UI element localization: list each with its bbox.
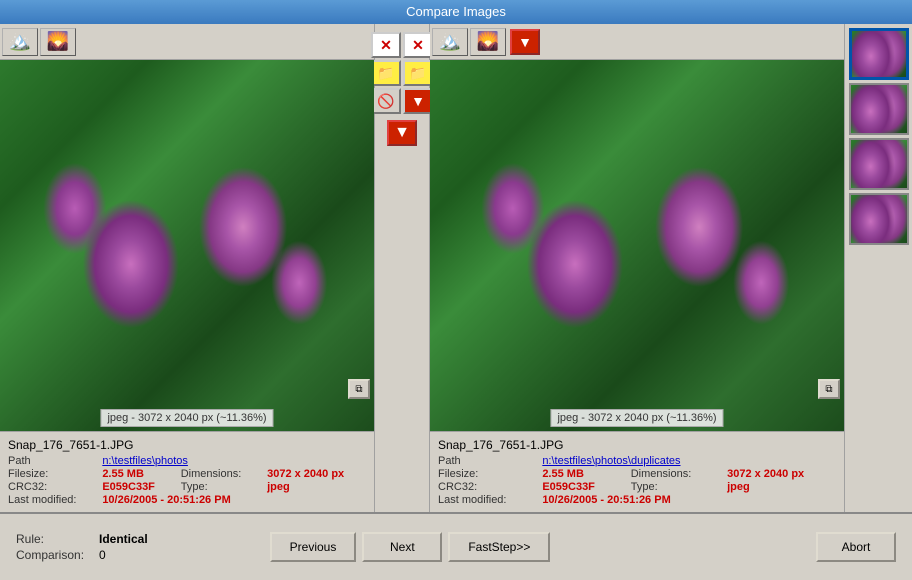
- right-dimensions-value: 3072 x 2040 px: [727, 468, 836, 480]
- down-icon-top: ▼: [518, 34, 532, 50]
- bottom-bar: Rule: Identical Comparison: 0 Previous N…: [0, 512, 912, 580]
- rule-section: Rule: Identical Comparison: 0: [16, 532, 258, 562]
- right-image-area: ⧉ jpeg - 3072 x 2040 px (~11.36%): [430, 60, 844, 431]
- right-file-grid: Path n:\testfiles\photos\duplicates File…: [438, 455, 836, 506]
- right-dimensions-label: Dimensions:: [631, 468, 723, 480]
- left-filesize-label: Filesize:: [8, 468, 98, 480]
- right-type-value: jpeg: [727, 481, 836, 493]
- right-path-value[interactable]: n:\testfiles\photos\duplicates: [542, 455, 836, 467]
- left-image-icon-2[interactable]: 🌄: [40, 28, 76, 56]
- left-top-toolbar: 🏔️ 🌄: [0, 24, 374, 60]
- title-bar: Compare Images: [0, 0, 912, 24]
- right-restore-btn[interactable]: ⧉: [818, 379, 840, 399]
- left-panel: 🏔️ 🌄 ⧉ jpeg - 3072 x 2040 px (~11.36%) S…: [0, 24, 375, 512]
- right-crc-value: E059C33F: [542, 481, 626, 493]
- left-modified-label: Last modified:: [8, 494, 98, 506]
- thumb-1[interactable]: [849, 28, 909, 80]
- left-restore-btn[interactable]: ⧉: [348, 379, 370, 399]
- right-crc-label: CRC32:: [438, 481, 538, 493]
- down-red-btn[interactable]: ▼: [387, 120, 417, 146]
- x-icon-left: ✕: [380, 37, 392, 54]
- right-filename: Snap_176_7651-1.JPG: [438, 438, 836, 452]
- left-image-icon-1[interactable]: 🏔️: [2, 28, 38, 56]
- right-img-info: jpeg - 3072 x 2040 px (~11.36%): [550, 409, 723, 427]
- right-down-btn[interactable]: ▼: [403, 88, 433, 114]
- left-image-area: ⧉ jpeg - 3072 x 2040 px (~11.36%): [0, 60, 374, 431]
- rule-label: Rule:: [16, 532, 91, 546]
- down-arrow-icon: ▼: [394, 124, 410, 142]
- down-icon-right: ▼: [411, 93, 425, 109]
- next-button[interactable]: Next: [362, 532, 442, 562]
- right-top-toolbar: 🏔️ 🌄 ▼: [430, 24, 844, 60]
- comparison-label: Comparison:: [16, 548, 91, 562]
- left-dimensions-value: 3072 x 2040 px: [267, 468, 366, 480]
- left-file-info: Snap_176_7651-1.JPG Path n:\testfiles\ph…: [0, 431, 374, 512]
- left-crc-value: E059C33F: [102, 481, 176, 493]
- folder-icon-left: 📁: [377, 65, 394, 82]
- thumb-orchid-3: [851, 140, 907, 188]
- right-modified-value: 10/26/2005 - 20:51:26 PM: [542, 494, 836, 506]
- faststep-button[interactable]: FastStep>>: [448, 532, 550, 562]
- right-filesize-label: Filesize:: [438, 468, 538, 480]
- right-panel: 🏔️ 🌄 ▼ ⧉ jpeg - 3072 x 2040 px (~11.36%)…: [430, 24, 844, 512]
- right-delete-btn[interactable]: ✕: [403, 32, 433, 58]
- left-dimensions-label: Dimensions:: [181, 468, 263, 480]
- left-crc-label: CRC32:: [8, 481, 98, 493]
- rule-value: Identical: [99, 532, 148, 546]
- abort-button[interactable]: Abort: [816, 532, 896, 562]
- right-type-label: Type:: [631, 481, 723, 493]
- right-move-btn[interactable]: 📁: [403, 60, 433, 86]
- thumbnail-sidebar: [844, 24, 912, 512]
- thumb-orchid-2: [851, 85, 907, 133]
- left-type-label: Type:: [181, 481, 263, 493]
- right-file-info: Snap_176_7651-1.JPG Path n:\testfiles\ph…: [430, 431, 844, 512]
- thumb-2[interactable]: [849, 83, 909, 135]
- thumb-4[interactable]: [849, 193, 909, 245]
- left-filesize-value: 2.55 MB: [102, 468, 176, 480]
- left-orchid-image: [0, 60, 374, 431]
- nav-buttons: Previous Next FastStep>>: [270, 532, 551, 562]
- left-path-label: Path: [8, 455, 98, 467]
- right-image-icon-2[interactable]: 🌄: [470, 28, 506, 56]
- right-modified-label: Last modified:: [438, 494, 538, 506]
- left-delete-btn[interactable]: ✕: [371, 32, 401, 58]
- thumb-3[interactable]: [849, 138, 909, 190]
- rule-row: Rule: Identical: [16, 532, 258, 546]
- right-top-down-btn[interactable]: ▼: [510, 29, 540, 55]
- left-type-value: jpeg: [267, 481, 366, 493]
- thumb-orchid-1: [852, 31, 906, 77]
- left-path-value[interactable]: n:\testfiles\photos: [102, 455, 366, 467]
- comparison-row: Comparison: 0: [16, 548, 258, 562]
- no-icon-left: 🚫: [377, 93, 394, 110]
- right-filesize-value: 2.55 MB: [542, 468, 626, 480]
- left-no-btn[interactable]: 🚫: [371, 88, 401, 114]
- left-img-info: jpeg - 3072 x 2040 px (~11.36%): [100, 409, 273, 427]
- right-orchid-image: [430, 60, 844, 431]
- middle-toolbar: ✕ ✕ 📁 📁: [375, 24, 430, 512]
- right-image-icon-1[interactable]: 🏔️: [432, 28, 468, 56]
- right-path-label: Path: [438, 455, 538, 467]
- left-file-grid: Path n:\testfiles\photos Filesize: 2.55 …: [8, 455, 366, 506]
- x-icon-right: ✕: [412, 37, 424, 54]
- thumb-orchid-4: [851, 195, 907, 243]
- left-modified-value: 10/26/2005 - 20:51:26 PM: [102, 494, 366, 506]
- window-title: Compare Images: [406, 4, 506, 19]
- previous-button[interactable]: Previous: [270, 532, 357, 562]
- folder-icon-right: 📁: [409, 65, 426, 82]
- comparison-value: 0: [99, 548, 106, 562]
- left-filename: Snap_176_7651-1.JPG: [8, 438, 366, 452]
- left-move-btn[interactable]: 📁: [371, 60, 401, 86]
